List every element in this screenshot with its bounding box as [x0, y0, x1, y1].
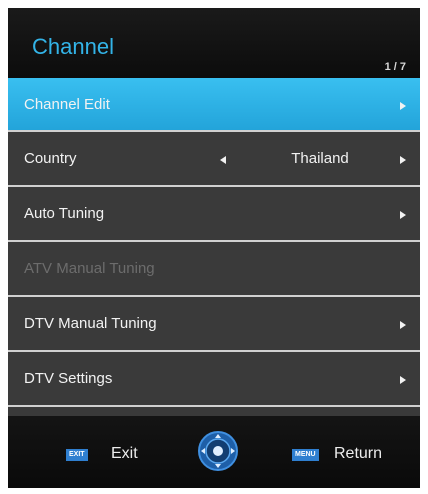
- menu-item-label: DTV Manual Tuning: [24, 315, 157, 332]
- arrow-right-icon: [400, 321, 406, 329]
- arrow-right-icon: [400, 376, 406, 384]
- menu-item-atv-manual-tuning: ATV Manual Tuning: [8, 242, 420, 297]
- exit-hint[interactable]: Exit: [111, 445, 138, 463]
- page-indicator: 1 / 7: [384, 61, 406, 73]
- menu-list: Channel Edit Country Thailand Auto Tunin…: [8, 78, 420, 407]
- menu-item-label: DTV Settings: [24, 370, 113, 387]
- menu-item-label: Channel Edit: [24, 96, 110, 113]
- menu-item-channel-edit[interactable]: Channel Edit: [8, 78, 420, 132]
- arrow-right-icon[interactable]: [400, 156, 406, 164]
- menu-item-auto-tuning[interactable]: Auto Tuning: [8, 187, 420, 242]
- menu-item-label: Country: [24, 150, 77, 167]
- menu-key-badge: MENU: [292, 449, 319, 461]
- arrow-right-icon: [400, 211, 406, 219]
- exit-key-badge: EXIT: [66, 449, 88, 461]
- menu-item-dtv-manual-tuning[interactable]: DTV Manual Tuning: [8, 297, 420, 352]
- menu-header: Channel 1 / 7: [8, 8, 420, 78]
- arrow-right-icon: [400, 102, 406, 110]
- country-value: Thailand: [291, 150, 349, 167]
- menu-item-label: Auto Tuning: [24, 205, 105, 222]
- channel-menu-window: Channel 1 / 7 Channel Edit Country Thail…: [8, 8, 420, 488]
- menu-item-label: ATV Manual Tuning: [24, 260, 155, 277]
- dpad-icon: [198, 431, 238, 471]
- menu-title: Channel: [32, 34, 114, 59]
- return-hint[interactable]: Return: [334, 445, 382, 463]
- arrow-left-icon[interactable]: [220, 156, 226, 164]
- menu-item-country[interactable]: Country Thailand: [8, 132, 420, 187]
- menu-item-dtv-settings[interactable]: DTV Settings: [8, 352, 420, 407]
- menu-footer: EXIT Exit MENU Return: [8, 416, 420, 488]
